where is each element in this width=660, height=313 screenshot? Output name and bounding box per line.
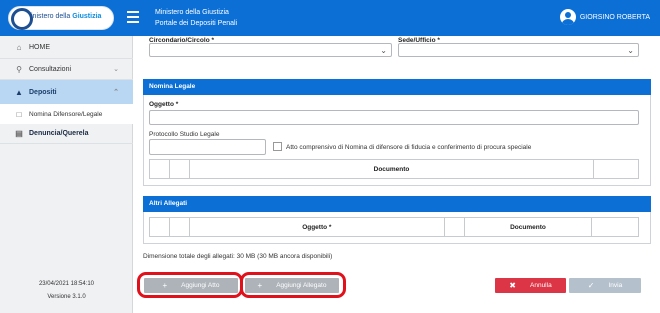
chevron-up-icon: ⌃ xyxy=(113,89,119,96)
top-bar: inistero della Giustizia Ministero della… xyxy=(0,0,660,36)
oggetto-input[interactable] xyxy=(149,110,639,125)
sidebar-item-label: Depositi xyxy=(29,88,57,96)
annulla-button[interactable]: ✖ Annulla xyxy=(495,278,566,293)
table-cell xyxy=(594,160,638,178)
user-menu[interactable]: GIORSINO ROBERTA xyxy=(559,9,650,25)
document-icon: ▤ xyxy=(15,129,23,138)
table-cell xyxy=(150,160,170,178)
nomina-procura-label: Atto comprensivo di Nomina di difensore … xyxy=(286,144,532,151)
title-line-2: Portale dei Depositi Penali xyxy=(155,20,238,27)
nomina-documents-table: Documento xyxy=(149,159,639,179)
sidebar-item-depositi[interactable]: ▲ Depositi ⌃ xyxy=(0,80,133,104)
sidebar-item-label: HOME xyxy=(29,43,50,51)
user-name: GIORSINO ROBERTA xyxy=(579,13,650,21)
table-cell xyxy=(445,218,465,236)
altri-allegati-header: Altri Allegati xyxy=(143,196,651,212)
circondario-select[interactable]: ⌄ xyxy=(149,43,392,57)
sidebar-item-consultazioni[interactable]: ⚲ Consultazioni ⌄ xyxy=(0,58,133,80)
documento-column-header: Documento xyxy=(190,160,594,178)
logo-text: inistero della Giustizia xyxy=(31,13,102,20)
sidebar-item-label: Nomina Difensore/Legale xyxy=(29,110,103,118)
sidebar-item-home[interactable]: ⌂ HOME xyxy=(0,36,133,58)
chevron-down-icon: ⌄ xyxy=(113,66,119,73)
protocollo-input[interactable] xyxy=(149,139,266,155)
home-icon: ⌂ xyxy=(16,42,22,52)
menu-icon[interactable] xyxy=(127,11,139,23)
user-avatar-icon xyxy=(559,9,576,25)
oggetto-column-header: Oggetto * xyxy=(190,218,445,236)
table-cell xyxy=(592,218,638,236)
oggetto-label: Oggetto * xyxy=(149,101,179,108)
ministry-logo[interactable]: inistero della Giustizia xyxy=(8,6,114,30)
protocollo-label: Protocollo Studio Legale xyxy=(149,131,220,138)
documento-column-header: Documento xyxy=(465,218,593,236)
document-icon: □ xyxy=(16,109,22,119)
graduation-cap-icon: ▲ xyxy=(15,87,23,97)
table-cell xyxy=(170,218,190,236)
sidebar-item-label: Denuncia/Querela xyxy=(29,130,89,137)
highlight-ring xyxy=(240,272,346,298)
close-icon: ✖ xyxy=(509,281,516,290)
nomina-legale-header: Nomina Legale xyxy=(143,79,651,95)
invia-label: Invia xyxy=(608,282,623,289)
sidebar-item-label: Consultazioni xyxy=(29,65,72,73)
sidebar-item-denuncia-querela[interactable]: ▤ Denuncia/Querela xyxy=(0,124,133,144)
logo-emblem-icon xyxy=(11,8,33,30)
search-icon: ⚲ xyxy=(16,64,22,74)
attachments-size-info: Dimensione totale degli allegati: 30 MB … xyxy=(143,253,333,260)
table-cell xyxy=(170,160,190,178)
session-date: 23/04/2021 18:54:10 xyxy=(38,281,95,287)
invia-button[interactable]: ✓ Invia xyxy=(569,278,641,293)
highlight-ring xyxy=(137,272,243,298)
sede-select[interactable]: ⌄ xyxy=(398,43,639,57)
chevron-down-icon: ⌄ xyxy=(627,46,634,55)
allegati-table: Oggetto * Documento xyxy=(149,217,639,237)
sidebar-item-nomina-difensore[interactable]: □ Nomina Difensore/Legale xyxy=(0,104,133,124)
table-cell xyxy=(150,218,170,236)
title-line-1: Ministero della Giustizia xyxy=(155,9,229,16)
portal-title: Ministero della Giustizia Portale dei De… xyxy=(155,7,237,29)
nomina-procura-checkbox[interactable] xyxy=(273,142,282,151)
app-version: Versione 3.1.0 xyxy=(47,294,86,300)
check-icon: ✓ xyxy=(587,281,595,290)
annulla-label: Annulla xyxy=(530,282,552,289)
sidebar: ⌂ HOME ⚲ Consultazioni ⌄ ▲ Depositi ⌃ □ … xyxy=(0,36,133,313)
chevron-down-icon: ⌄ xyxy=(380,46,387,55)
